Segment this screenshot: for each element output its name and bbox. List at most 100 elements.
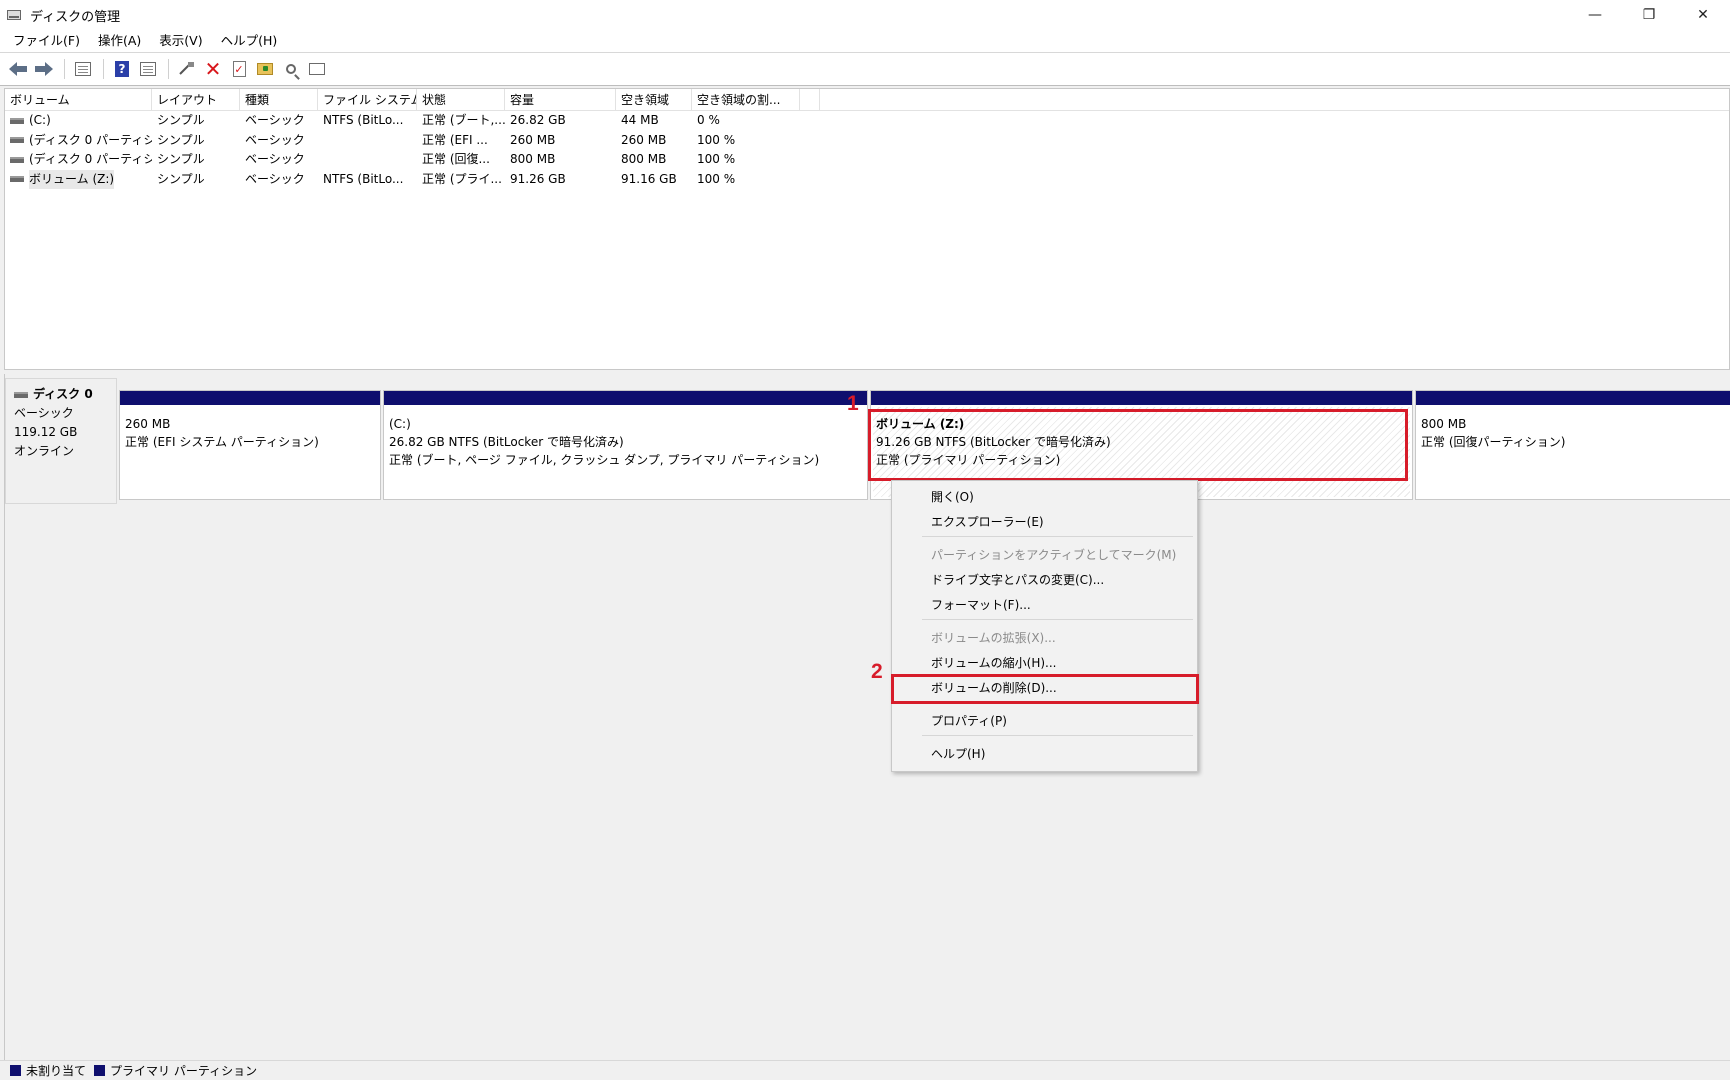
volume-name: (ディスク 0 パーティショ... [29, 152, 152, 166]
column-header-status[interactable]: 状態 [417, 89, 505, 111]
filesystem-cell: NTFS (BitLo... [323, 113, 404, 127]
volume-list: ボリューム レイアウト 種類 ファイル システム 状態 容量 空き領域 空き領域… [4, 88, 1730, 370]
menu-view[interactable]: 表示(V) [150, 30, 211, 52]
annotation-step-1: 1 [847, 392, 859, 415]
type-cell: ベーシック [245, 171, 305, 186]
table-row[interactable]: (ディスク 0 パーティショ... シンプル ベーシック 正常 (回復... 8… [5, 150, 1729, 170]
free-percent-cell: 0 % [697, 113, 720, 127]
legend-swatch-unallocated [10, 1065, 21, 1076]
column-header-capacity[interactable]: 容量 [505, 89, 616, 111]
menu-item-shrink-volume[interactable]: ボリュームの縮小(H)... [931, 653, 1056, 673]
disk-type: ベーシック [14, 406, 74, 420]
menu-item-change-drive-letter[interactable]: ドライブ文字とパスの変更(C)... [931, 570, 1104, 590]
column-header-free-percent[interactable]: 空き領域の割... [692, 89, 800, 111]
disk-0-info[interactable]: ディスク 0 ベーシック 119.12 GB オンライン [5, 378, 117, 504]
column-header-volume[interactable]: ボリューム [5, 89, 152, 111]
menu-item-explorer[interactable]: エクスプローラー(E) [931, 512, 1044, 532]
menu-item-open[interactable]: 開く(O) [931, 487, 974, 507]
disk-status: オンライン [14, 444, 75, 458]
volume-name: (C:) [29, 113, 51, 127]
partition-label: (C:) [389, 417, 411, 431]
menu-item-help[interactable]: ヘルプ(H) [931, 744, 985, 764]
title-bar: ディスクの管理 — ❐ ✕ [0, 0, 1730, 30]
disk-name: ディスク 0 [33, 387, 93, 401]
partition-recovery[interactable]: 800 MB 正常 (回復パーティション) [1415, 390, 1730, 500]
properties-icon[interactable] [136, 57, 160, 81]
menu-item-extend-volume[interactable]: ボリュームの拡張(X)... [931, 628, 1056, 648]
status-cell: 正常 (ブート,... [422, 113, 505, 127]
capacity-cell: 26.82 GB [510, 113, 566, 127]
partition-size: 91.26 GB NTFS (BitLocker で暗号化済み) [876, 435, 1111, 449]
legend-swatch-primary [94, 1065, 106, 1076]
partition-header-bar [120, 391, 380, 405]
capacity-cell: 91.26 GB [510, 171, 566, 186]
menu-separator [922, 619, 1193, 620]
partition-status: 正常 (EFI システム パーティション) [125, 435, 319, 449]
close-button[interactable]: ✕ [1676, 0, 1730, 30]
legend-label-unallocated: 未割り当て [26, 1064, 87, 1078]
filesystem-cell: NTFS (BitLo... [323, 171, 404, 186]
delete-icon[interactable]: ✕ [201, 57, 225, 81]
menu-item-properties[interactable]: プロパティ(P) [931, 711, 1007, 731]
restore-button[interactable]: ❐ [1622, 0, 1676, 30]
column-header-blank [800, 89, 820, 111]
volume-name: (ディスク 0 パーティショ... [29, 132, 152, 147]
connect-icon[interactable] [175, 57, 199, 81]
status-cell: 正常 (プライ... [422, 171, 502, 186]
filesystem-cell [318, 150, 417, 170]
check-icon[interactable]: ✓ [227, 57, 251, 81]
column-header-free-space[interactable]: 空き領域 [616, 89, 692, 111]
minimize-button[interactable]: — [1568, 0, 1622, 30]
toolbar-separator [64, 59, 65, 79]
help-icon[interactable]: ? [110, 57, 134, 81]
free-space-cell: 800 MB [621, 152, 667, 166]
drive-icon [10, 176, 24, 183]
window-title: ディスクの管理 [30, 9, 121, 25]
menu-item-format[interactable]: フォーマット(F)... [931, 595, 1031, 615]
table-row[interactable]: ボリューム (Z:) シンプル ベーシック NTFS (BitLo... 正常 … [5, 169, 1729, 189]
status-cell: 正常 (回復... [422, 152, 490, 166]
free-space-cell: 44 MB [621, 113, 659, 127]
partition-header-bar [871, 391, 1412, 405]
menu-file[interactable]: ファイル(F) [4, 30, 89, 52]
partition-status: 正常 (プライマリ パーティション) [876, 453, 1061, 467]
partition-status: 正常 (ブート, ページ ファイル, クラッシュ ダンプ, プライマリ パーティ… [389, 453, 820, 467]
back-arrow-icon[interactable] [6, 57, 30, 81]
table-row[interactable]: (ディスク 0 パーティショ... シンプル ベーシック 正常 (EFI ...… [5, 131, 1729, 151]
drive-icon [10, 117, 24, 124]
disk-size: 119.12 GB [14, 425, 78, 439]
disk-graphical-view: ディスク 0 ベーシック 119.12 GB オンライン 260 MB 正常 (… [4, 374, 1730, 1062]
layout-cell: シンプル [157, 152, 205, 166]
layout-cell: シンプル [157, 132, 205, 147]
drive-icon [10, 156, 24, 163]
menu-item-delete-volume[interactable]: ボリュームの削除(D)... [931, 678, 1057, 698]
status-cell: 正常 (EFI ... [422, 132, 488, 147]
partition-status: 正常 (回復パーティション) [1421, 435, 1566, 449]
list-icon[interactable] [305, 57, 329, 81]
menu-item-mark-active[interactable]: パーティションをアクティブとしてマーク(M) [931, 545, 1176, 565]
volume-list-header: ボリューム レイアウト 種類 ファイル システム 状態 容量 空き領域 空き領域… [5, 89, 1729, 111]
toolbar: ? ✕ ✓ [0, 52, 1730, 86]
free-percent-cell: 100 % [697, 152, 736, 166]
console-icon[interactable] [71, 57, 95, 81]
menu-action[interactable]: 操作(A) [89, 30, 150, 52]
free-percent-cell: 100 % [697, 132, 736, 147]
table-row[interactable]: (C:) シンプル ベーシック NTFS (BitLo... 正常 (ブート,.… [5, 111, 1729, 131]
menu-separator [922, 536, 1193, 537]
column-header-type[interactable]: 種類 [240, 89, 318, 111]
filesystem-cell [318, 131, 417, 151]
forward-arrow-icon[interactable] [32, 57, 56, 81]
column-header-filesystem[interactable]: ファイル システム [318, 89, 417, 111]
column-header-layout[interactable]: レイアウト [152, 89, 240, 111]
folder-up-icon[interactable] [253, 57, 277, 81]
search-icon[interactable] [279, 57, 303, 81]
toolbar-separator [103, 59, 104, 79]
menu-help[interactable]: ヘルプ(H) [212, 30, 287, 52]
menu-bar: ファイル(F) 操作(A) 表示(V) ヘルプ(H) [0, 30, 1730, 52]
type-cell: ベーシック [245, 152, 305, 166]
drive-icon [10, 137, 24, 144]
context-menu: 開く(O) エクスプローラー(E) パーティションをアクティブとしてマーク(M)… [891, 480, 1198, 772]
partition-efi[interactable]: 260 MB 正常 (EFI システム パーティション) [119, 390, 381, 500]
partition-size: 26.82 GB NTFS (BitLocker で暗号化済み) [389, 435, 624, 449]
partition-c[interactable]: (C:) 26.82 GB NTFS (BitLocker で暗号化済み) 正常… [383, 390, 868, 500]
